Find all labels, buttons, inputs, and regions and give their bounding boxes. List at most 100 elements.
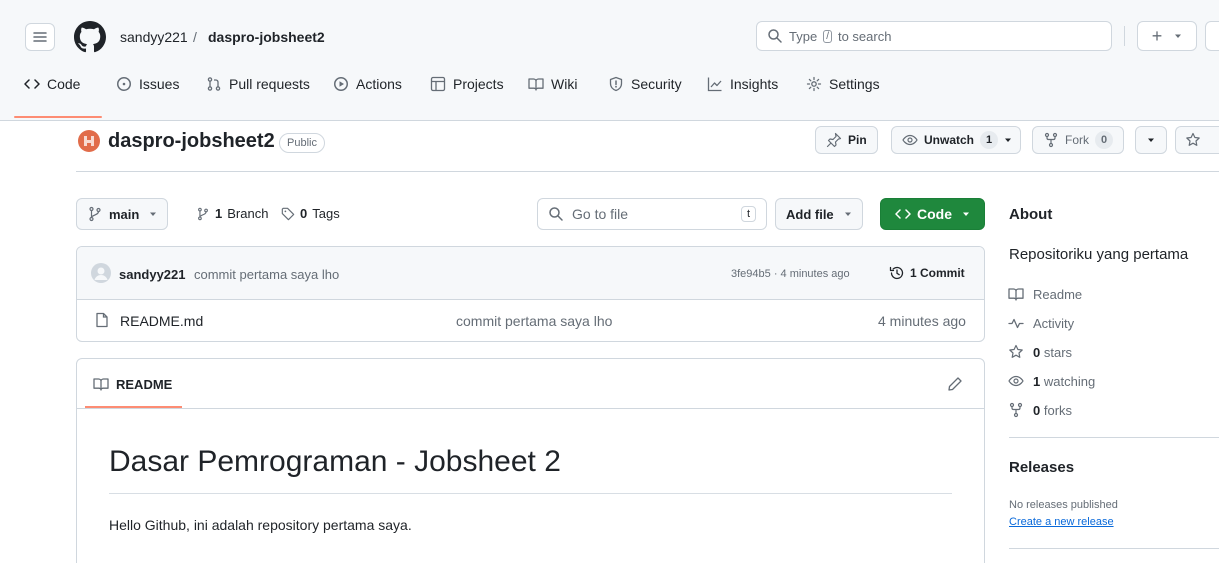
breadcrumb-repo[interactable]: daspro-jobsheet2 <box>208 29 325 45</box>
tab-insights-label: Insights <box>730 76 779 92</box>
branch-selector[interactable]: main <box>76 198 169 230</box>
file-name[interactable]: README.md <box>120 313 203 329</box>
pencil-icon[interactable] <box>947 376 963 392</box>
unwatch-button[interactable]: Unwatch 1 <box>891 126 1022 154</box>
readme-heading: Dasar Pemrograman - Jobsheet 2 <box>109 445 561 478</box>
watch-count: 1 <box>980 131 999 149</box>
search-icon <box>549 207 563 221</box>
about-activity-label: Activity <box>1033 315 1075 331</box>
readme-tab-label: README <box>116 376 173 392</box>
tab-projects[interactable]: Projects <box>430 76 504 92</box>
sidebar-divider-2 <box>1009 548 1219 549</box>
releases-empty-text: No releases published <box>1009 499 1118 511</box>
branches-link[interactable]: 1 Branch <box>196 206 268 221</box>
releases-title[interactable]: Releases <box>1009 459 1074 476</box>
tab-pull-requests[interactable]: Pull requests <box>206 76 310 92</box>
tab-security[interactable]: Security <box>608 76 682 92</box>
readme-header: README <box>77 359 984 409</box>
tab-wiki-label: Wiki <box>551 76 578 92</box>
unwatch-label: Unwatch <box>924 133 975 147</box>
code-icon <box>24 79 40 89</box>
search-suffix-text: to search <box>837 28 892 44</box>
commit-message[interactable]: commit pertama saya lho <box>194 267 339 282</box>
tab-code-label: Code <box>47 76 81 92</box>
tab-issues[interactable]: Issues <box>116 76 179 92</box>
gear-icon <box>806 76 822 92</box>
readme-panel: README Dasar Pemrograman - Jobsheet 2 He… <box>76 358 985 563</box>
table-icon <box>430 76 446 92</box>
star-button[interactable] <box>1175 126 1219 154</box>
commit-sha-time[interactable]: 3fe94b5 · 4 minutes ago <box>731 268 850 280</box>
add-file-label: Add file <box>786 206 834 222</box>
shield-icon <box>609 76 623 92</box>
git-pull-request-icon <box>207 77 221 91</box>
github-logo-link[interactable] <box>74 21 106 53</box>
fork-options-button[interactable] <box>1135 126 1167 154</box>
about-readme-link[interactable]: Readme <box>1008 286 1082 302</box>
forks-word: forks <box>1043 402 1073 418</box>
pin-icon <box>826 132 842 148</box>
github-mark-icon <box>74 21 106 53</box>
forks-count: 0 <box>1033 402 1041 418</box>
tags-link[interactable]: 0 Tags <box>281 206 340 221</box>
watching-word: watching <box>1043 373 1096 389</box>
triangle-down-icon <box>963 212 969 216</box>
file-row[interactable]: README.md commit pertama saya lho 4 minu… <box>77 300 984 341</box>
about-forks-link[interactable]: 0 forks <box>1008 402 1072 418</box>
tab-issues-label: Issues <box>139 76 180 92</box>
header-divider <box>1124 26 1125 46</box>
issue-opened-icon <box>117 77 131 91</box>
readme-tab[interactable]: README <box>93 376 172 392</box>
branch-name: main <box>109 206 140 222</box>
git-branch-icon <box>198 207 208 220</box>
pin-button[interactable]: Pin <box>815 126 878 154</box>
triangle-down-icon <box>1005 138 1012 142</box>
about-description: Repositoriku yang pertama <box>1009 246 1189 263</box>
breadcrumb-separator: / <box>193 29 197 45</box>
global-search-input[interactable]: Type / to search <box>756 21 1112 51</box>
play-icon <box>334 77 348 91</box>
file-browser: sandyy221 commit pertama saya lho 3fe94b… <box>76 246 985 342</box>
branch-count: 1 <box>215 206 223 221</box>
commit-author-avatar[interactable] <box>91 263 111 283</box>
fork-button[interactable]: Fork 0 <box>1032 126 1125 154</box>
about-title: About <box>1009 206 1053 223</box>
create-new-button[interactable]: + <box>1137 21 1197 51</box>
go-to-file-input[interactable]: Go to file t <box>537 198 767 230</box>
about-readme-label: Readme <box>1033 286 1083 302</box>
tag-word: Tags <box>312 206 340 221</box>
fork-count: 0 <box>1095 131 1114 149</box>
triangle-down-icon <box>844 212 851 216</box>
tab-code[interactable]: Code <box>24 76 80 92</box>
file-commit-message[interactable]: commit pertama saya lho <box>456 313 612 329</box>
tab-insights[interactable]: Insights <box>707 76 778 92</box>
about-stars-link[interactable]: 0 stars <box>1008 344 1072 360</box>
book-icon <box>1008 288 1024 301</box>
commits-history-link[interactable]: 1 Commit <box>889 265 965 281</box>
add-file-button[interactable]: Add file <box>775 198 863 230</box>
repo-title[interactable]: daspro-jobsheet2 <box>108 130 275 153</box>
repo-owner-avatar <box>78 130 100 152</box>
repo-forked-icon <box>1044 132 1058 148</box>
file-icon <box>96 312 108 328</box>
stars-count: 0 <box>1033 344 1041 360</box>
breadcrumb-owner[interactable]: sandyy221 <box>120 29 188 45</box>
issues-button[interactable] <box>1205 21 1219 51</box>
star-icon <box>1009 344 1023 358</box>
search-prefix-text: Type <box>789 28 818 44</box>
tab-wiki[interactable]: Wiki <box>528 76 577 92</box>
create-release-link[interactable]: Create a new release <box>1009 516 1114 528</box>
history-icon <box>889 266 904 280</box>
search-shortcut-key: / <box>823 29 832 43</box>
file-commit-time: 4 minutes ago <box>878 313 966 329</box>
menu-button[interactable] <box>25 23 55 51</box>
tab-actions[interactable]: Actions <box>333 76 402 92</box>
about-activity-link[interactable]: Activity <box>1008 315 1074 331</box>
code-dropdown-button[interactable]: Code <box>880 198 985 230</box>
commit-author[interactable]: sandyy221 <box>119 267 186 282</box>
tag-count: 0 <box>300 206 308 221</box>
eye-icon <box>1008 375 1024 387</box>
tab-actions-label: Actions <box>356 76 402 92</box>
tab-settings[interactable]: Settings <box>806 76 880 92</box>
about-watching-link[interactable]: 1 watching <box>1008 373 1095 389</box>
